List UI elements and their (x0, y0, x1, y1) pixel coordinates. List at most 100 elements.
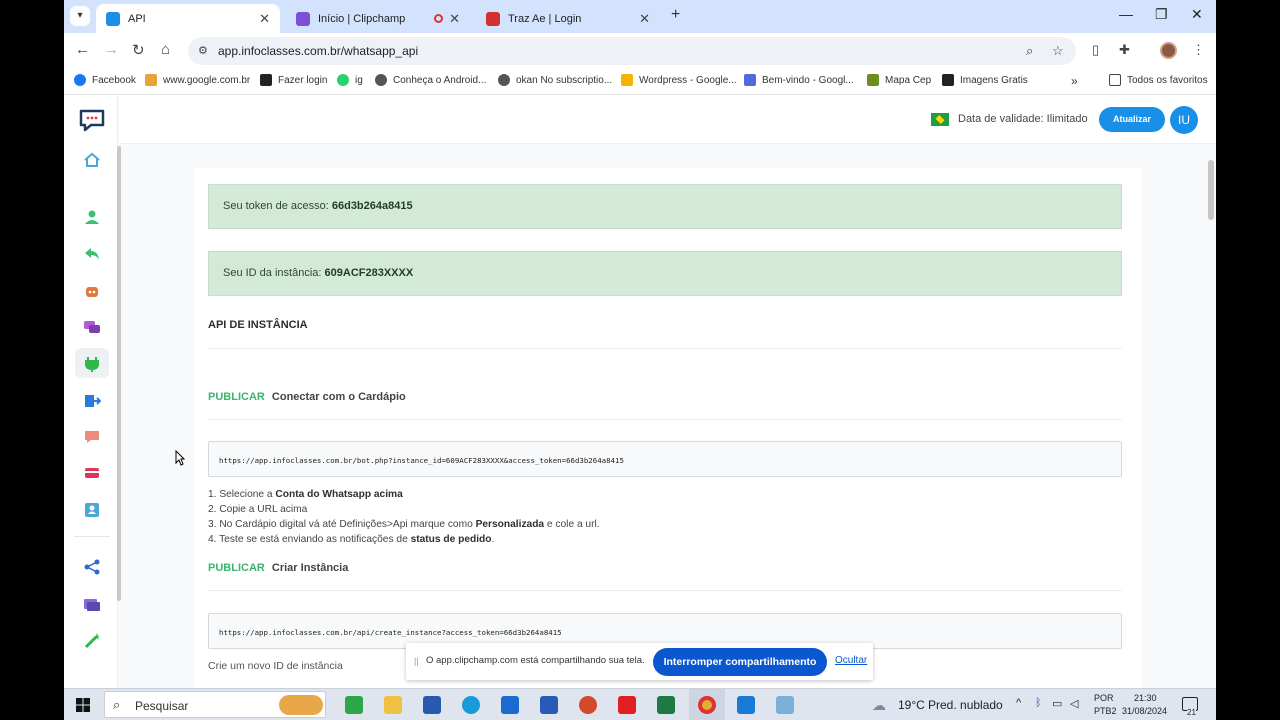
bookmark-fazer-login[interactable]: Fazer login (260, 74, 327, 86)
address-bar[interactable]: ⚙ app.infoclasses.com.br/whatsapp_api ⌕ … (188, 37, 1076, 65)
card-icon[interactable] (83, 464, 101, 482)
language-label[interactable]: POR (1094, 693, 1114, 703)
instruction-text: 1. Selecione a (208, 489, 276, 500)
taskbar-search[interactable]: ⌕ Pesquisar (104, 691, 326, 718)
robot-icon[interactable] (83, 282, 101, 300)
bookmark-ig[interactable]: ig (337, 74, 363, 86)
section-title: API DE INSTÂNCIA (208, 319, 308, 331)
hide-link[interactable]: Ocultar (835, 655, 867, 666)
windows-start-icon[interactable] (76, 698, 90, 712)
instruction-2: 2. Copie a URL acima (208, 504, 308, 515)
mouse-cursor-icon (175, 450, 185, 466)
tab-api[interactable]: API ✕ (96, 4, 280, 33)
more-bookmarks-button[interactable]: » (1071, 74, 1078, 88)
magic-wand-icon[interactable] (83, 632, 101, 650)
endpoint-connect-header: PUBLICAR Conectar com o Cardápio (208, 391, 406, 403)
update-button[interactable]: Atualizar (1099, 107, 1165, 132)
app-green-icon[interactable] (345, 696, 363, 714)
messages-icon[interactable] (83, 318, 101, 336)
bluetooth-icon[interactable]: ᛒ (1035, 697, 1042, 709)
method-label: PUBLICAR (208, 391, 265, 403)
user-avatar[interactable]: IU (1170, 106, 1198, 134)
menu-icon[interactable]: ⋮ (1192, 42, 1205, 58)
bookmark-label: Mapa Cep (885, 74, 932, 86)
close-tab-icon[interactable]: ✕ (259, 11, 270, 27)
bookmark-google[interactable]: www.google.com.br (145, 74, 250, 86)
network-icon[interactable]: ▭ (1052, 697, 1062, 710)
reply-icon[interactable] (83, 245, 101, 263)
instance-alert: Seu ID da instância: 609ACF283XXXX (208, 251, 1122, 296)
notifications-count[interactable]: 21 (1187, 708, 1196, 717)
bookmark-imagens[interactable]: Imagens Gratis (942, 74, 1028, 86)
extensions-icon[interactable]: ✚ (1119, 42, 1130, 58)
new-tab-button[interactable]: + (671, 6, 680, 24)
bookmark-label: www.google.com.br (163, 74, 251, 86)
home-icon[interactable]: ⌂ (161, 41, 170, 58)
instruction-bold: Personalizada (475, 519, 545, 530)
export-icon[interactable] (83, 392, 101, 410)
drag-handle-icon[interactable]: || (414, 656, 419, 666)
close-tab-icon[interactable]: ✕ (449, 11, 460, 27)
page-scrollbar[interactable] (1208, 160, 1214, 220)
close-window-button[interactable]: ✕ (1191, 6, 1203, 23)
folders-icon[interactable] (83, 595, 101, 613)
tab-clipchamp[interactable]: Início | Clipchamp ✕ (286, 4, 470, 33)
sidebar-scrollbar[interactable] (117, 146, 121, 601)
reload-icon[interactable]: ↻ (132, 41, 145, 59)
comment-icon[interactable] (83, 428, 101, 446)
powerpoint-icon[interactable] (579, 696, 597, 714)
connect-url-field[interactable]: https://app.infoclasses.com.br/bot.php?i… (208, 441, 1122, 477)
bookmark-android[interactable]: Conheça o Android... (375, 74, 486, 86)
tab-search-button[interactable]: ▾ (70, 6, 90, 26)
weather-desc[interactable]: Pred. nublado (928, 698, 1003, 712)
address-url[interactable]: app.infoclasses.com.br/whatsapp_api (218, 44, 418, 58)
outlook-icon[interactable] (501, 696, 519, 714)
home-icon[interactable] (83, 151, 101, 169)
clock-date[interactable]: 31/08/2024 (1122, 706, 1167, 716)
chat-logo-icon[interactable] (78, 108, 106, 132)
clock-time[interactable]: 21:30 (1134, 693, 1157, 703)
bookmark-wordpress[interactable]: Wordpress - Google... (621, 74, 737, 86)
file-explorer-icon[interactable] (384, 696, 402, 714)
volume-icon[interactable]: ◁ (1070, 697, 1078, 710)
forward-arrow-icon[interactable]: → (104, 41, 119, 58)
store-icon[interactable] (423, 696, 441, 714)
api-favicon-icon (106, 11, 120, 26)
plug-icon[interactable] (83, 355, 101, 373)
app-blue-icon[interactable] (776, 696, 794, 714)
bookmark-mapa-cep[interactable]: Mapa Cep (867, 74, 931, 86)
tab-trazae[interactable]: Traz Ae | Login ✕ (476, 4, 660, 33)
site-info-icon[interactable]: ⚙ (198, 44, 208, 57)
chevron-up-icon[interactable]: ^ (1016, 697, 1021, 709)
weather-temp[interactable]: 19°C (898, 698, 925, 712)
all-favorites[interactable]: Todos os favoritos (1109, 74, 1208, 86)
weather-icon[interactable]: ☁ (872, 697, 886, 714)
recording-icon (434, 14, 444, 23)
word-icon[interactable] (540, 696, 558, 714)
bookmark-okan[interactable]: okan No subscriptio... (498, 74, 612, 86)
search-placeholder: Pesquisar (135, 699, 189, 713)
vscode-icon[interactable] (737, 696, 755, 714)
close-tab-icon[interactable]: ✕ (639, 11, 650, 27)
chrome-icon[interactable] (698, 696, 716, 714)
profile-avatar[interactable] (1160, 42, 1177, 59)
bookmark-facebook[interactable]: Facebook (74, 74, 136, 86)
instructions-list: 1. Selecione a Conta do Whatsapp acima 2… (208, 487, 600, 547)
bookmark-star-icon[interactable]: ☆ (1052, 43, 1064, 59)
maximize-button[interactable]: ❐ (1155, 6, 1168, 23)
youtube-icon[interactable] (618, 696, 636, 714)
share-icon[interactable] (83, 558, 101, 576)
stop-sharing-button[interactable]: Interromper compartilhamento (653, 648, 827, 676)
user-icon[interactable] (83, 208, 101, 226)
reading-list-icon[interactable]: ▯ (1092, 42, 1099, 58)
edge-icon[interactable] (462, 696, 480, 714)
back-arrow-icon[interactable]: ← (75, 41, 90, 58)
zoom-icon[interactable]: ⌕ (1026, 43, 1033, 59)
contact-icon[interactable] (83, 501, 101, 519)
token-value: 66d3b264a8415 (331, 200, 413, 212)
keyboard-layout[interactable]: PTB2 (1094, 706, 1117, 716)
excel-icon[interactable] (657, 696, 675, 714)
globe-icon (498, 74, 510, 86)
minimize-button[interactable]: — (1119, 6, 1133, 22)
bookmark-bem-vindo[interactable]: Bem-vindo - Googl... (744, 74, 854, 86)
